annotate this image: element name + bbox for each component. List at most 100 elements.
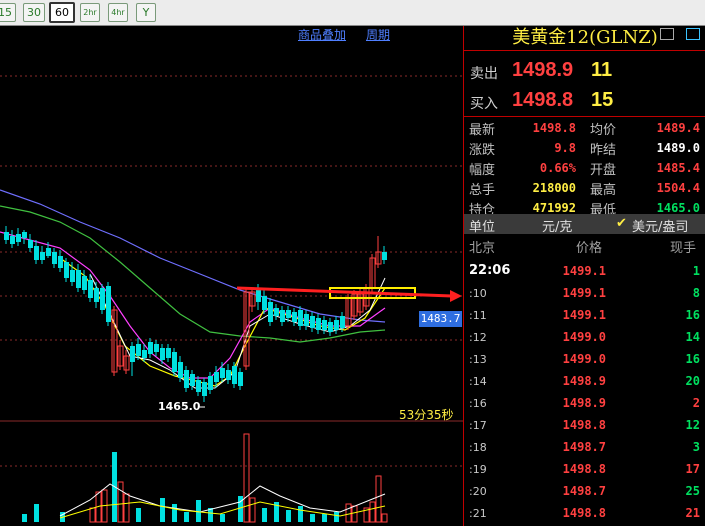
stat-value: 218000 [532,181,576,195]
candle-body [280,310,285,322]
quote-panel: 美黄金12(GLNZ) 卖出 1498.9 11 买入 1498.8 15 最新… [463,26,705,526]
tick-header: 北京 价格 现手 [464,234,705,256]
volume-bar [34,504,39,522]
candle-body [184,370,189,388]
candle-body [76,270,81,288]
candle-body [220,368,225,378]
ma-line [0,205,386,343]
candle-body [52,252,57,264]
stat-label: 最新 [469,123,496,138]
candle-body [160,348,165,360]
stat-value: 9.8 [554,141,576,155]
period-year-button[interactable]: Y [136,3,156,22]
tick-row: :11 1499.1 16 [469,308,700,322]
low-marker-label: 1465.0 [158,400,201,413]
stat-value: 0.66% [539,161,576,175]
price-tag: 1483.7 [419,311,462,327]
stat-value: 1465.0 [656,201,700,215]
annotation-arrow [236,286,453,298]
candle-body [22,232,27,238]
overlay-link[interactable]: 商品叠加 [298,26,346,43]
stat-label: 最高 [590,183,617,198]
tick-row: :19 1498.8 17 [469,462,700,476]
stat-value: 471992 [532,201,576,215]
candle-body [148,342,153,354]
maximize-icon[interactable] [686,28,700,40]
period-link[interactable]: 周期 [366,26,390,43]
period-30-button[interactable]: 30 [23,3,45,22]
candle-body [256,290,261,302]
ma-line [0,189,386,323]
volume-bar [369,501,376,523]
candle-body [340,316,345,328]
buy-price: 1498.8 [512,89,574,111]
tick-row: :17 1498.8 12 [469,418,700,432]
stat-label: 涨跌 [469,143,496,158]
tick-row: :12 1499.0 14 [469,330,700,344]
annotation-arrowhead [450,290,462,302]
candle-body [190,374,195,386]
candle-body [94,288,99,302]
buy-volume: 15 [591,89,614,111]
volume-bar [262,508,267,522]
candle-body [46,248,51,256]
candle-body [34,246,39,260]
tick-row: :13 1499.0 16 [469,352,700,366]
candle-body [262,296,267,310]
volume-bar [89,507,96,523]
candle-body [40,252,45,260]
candle-body [172,352,177,372]
candle-body [382,252,387,260]
period-4hr-button[interactable]: 4hr [108,3,128,22]
candle-body [238,372,243,386]
candle-body [178,362,183,378]
stat-value: 1498.8 [532,121,576,135]
volume-bar [117,481,124,523]
candle-body [202,382,207,396]
candle-body [328,322,333,332]
period-2hr-button[interactable]: 2hr [80,3,100,22]
volume-bar [334,512,339,522]
volume-bar [172,504,177,522]
candle-body [100,288,105,310]
candle-body [292,312,297,322]
tick-row: :20 1498.7 25 [469,484,700,498]
volume-bar [351,505,358,523]
candle-body [322,320,327,330]
candle-body [88,280,93,298]
stat-value: 1504.4 [656,181,700,195]
candle-body [4,232,9,240]
candle-body [64,262,69,278]
tick-row: :14 1498.9 20 [469,374,700,388]
period-60-button[interactable]: 60 [49,2,75,23]
volume-bar [22,514,27,522]
candle-body [226,370,231,380]
candle-body [136,344,141,356]
sell-volume: 11 [591,59,613,81]
volume-bar [322,514,327,522]
candle-body [268,302,273,322]
minimize-icon[interactable] [660,28,674,40]
tick-row: :16 1498.9 2 [469,396,700,410]
buy-label: 买入 [470,96,498,112]
candle-body [304,314,309,326]
tick-row: :21 1498.8 21 [469,506,700,520]
stat-label: 总手 [469,183,496,198]
ma-line [0,231,386,379]
tick-header-volume: 现手 [670,241,697,256]
volume-bar [243,433,250,523]
candle-body [130,346,135,362]
candle-body [334,320,339,330]
volume-bar [160,498,165,522]
stat-label: 开盘 [590,163,617,178]
volume-bar [310,514,315,522]
stat-label: 幅度 [469,163,496,178]
kline-chart[interactable]: 商品叠加 周期 1483.7 1465.0 53分35秒 [0,26,463,526]
volume-bar [286,510,291,522]
candle-body [154,344,159,352]
checkmark-icon: ✔ [616,216,627,231]
sell-price: 1498.9 [512,59,574,81]
stat-value: 1489.4 [656,121,700,135]
alt-unit-option[interactable]: 美元/盎司 [632,216,688,235]
period-15-button[interactable]: 15 [0,3,16,22]
